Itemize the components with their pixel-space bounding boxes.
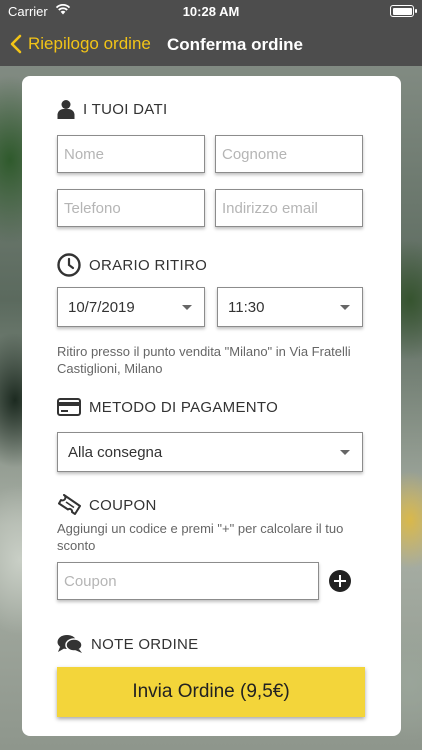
section-payment-label: METODO DI PAGAMENTO bbox=[89, 398, 279, 416]
chevron-down-icon bbox=[182, 305, 192, 310]
pickup-time-select[interactable]: 11:30 bbox=[217, 287, 363, 327]
section-notes-label: NOTE ORDINE bbox=[91, 635, 199, 653]
chevron-down-icon bbox=[340, 305, 350, 310]
chevron-down-icon bbox=[340, 450, 350, 455]
section-coupon-label: COUPON bbox=[89, 496, 157, 514]
section-pickup-title: ORARIO RITIRO bbox=[57, 253, 207, 277]
section-notes-title: NOTE ORDINE bbox=[57, 634, 198, 654]
section-payment-title: METODO DI PAGAMENTO bbox=[57, 398, 278, 416]
section-coupon-title: COUPON bbox=[57, 494, 157, 516]
phone-field[interactable] bbox=[57, 189, 205, 227]
pickup-date-select[interactable]: 10/7/2019 bbox=[57, 287, 205, 327]
payment-method-select[interactable]: Alla consegna bbox=[57, 432, 363, 472]
name-field[interactable] bbox=[57, 135, 205, 173]
email-field[interactable] bbox=[215, 189, 363, 227]
pickup-info-text: Ritiro presso il punto vendita "Milano" … bbox=[57, 344, 351, 376]
chat-bubbles-icon bbox=[57, 635, 83, 653]
status-time: 10:28 AM bbox=[182, 4, 240, 19]
order-form-card: I TUOI DATI ORARIO RITIRO 10/7/2019 11:3… bbox=[22, 76, 401, 736]
submit-order-button[interactable]: Invia Ordine (9,5€) bbox=[57, 667, 365, 717]
payment-method-value: Alla consegna bbox=[68, 443, 163, 461]
pickup-date-value: 10/7/2019 bbox=[68, 298, 135, 316]
back-button[interactable]: Riepilogo ordine bbox=[10, 30, 151, 58]
coupon-field[interactable] bbox=[57, 562, 319, 600]
pickup-time-value: 11:30 bbox=[228, 298, 265, 316]
surname-field[interactable] bbox=[215, 135, 363, 173]
chevron-left-icon bbox=[10, 34, 22, 54]
back-label: Riepilogo ordine bbox=[28, 34, 151, 53]
section-pickup-label: ORARIO RITIRO bbox=[89, 256, 208, 274]
section-personal-title: I TUOI DATI bbox=[57, 99, 167, 119]
user-icon bbox=[57, 100, 75, 119]
clock-icon bbox=[57, 253, 81, 277]
navigation-bar: Carrier 10:28 AM Riepilogo ordine Confer… bbox=[0, 0, 422, 66]
coupon-info-text: Aggiungi un codice e premi "+" per calco… bbox=[57, 521, 344, 553]
credit-card-icon bbox=[57, 398, 81, 416]
add-coupon-button[interactable] bbox=[329, 570, 351, 592]
nav-header: Riepilogo ordine Conferma ordine bbox=[0, 22, 422, 66]
status-bar: Carrier 10:28 AM bbox=[0, 0, 422, 22]
battery-icon bbox=[390, 5, 417, 17]
section-personal-label: I TUOI DATI bbox=[83, 100, 168, 118]
page-title: Conferma ordine bbox=[167, 35, 304, 54]
ticket-icon bbox=[58, 494, 81, 515]
